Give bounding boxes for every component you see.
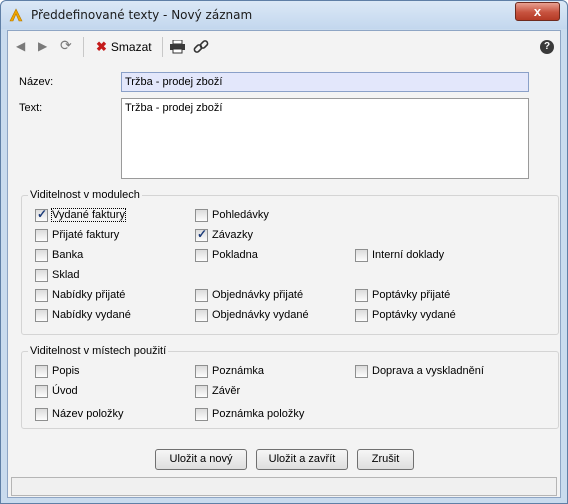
dialog-window: Předdefinované texty - Nový záznam x ◀ ▶… xyxy=(0,0,568,504)
checkbox-label: Poznámka položky xyxy=(212,408,305,420)
checkbox-label: Pokladna xyxy=(212,249,258,261)
checkbox-pokladna[interactable]: Pokladna xyxy=(195,248,258,262)
checkbox-nabidky-vydane[interactable]: Nabídky vydané xyxy=(35,308,131,322)
checkbox-label: Úvod xyxy=(52,385,78,397)
checkbox-label: Poznámka xyxy=(212,365,264,377)
save-close-button[interactable]: Uložit a zavřít xyxy=(256,449,348,470)
checkbox-objednavky-vydane[interactable]: Objednávky vydané xyxy=(195,308,309,322)
toolbar-separator xyxy=(83,37,84,57)
checkbox-box[interactable] xyxy=(195,407,208,421)
help-icon[interactable]: ? xyxy=(540,40,554,54)
link-icon[interactable] xyxy=(193,39,209,55)
checkbox-box[interactable] xyxy=(35,407,48,421)
checkbox-uvod[interactable]: Úvod xyxy=(35,384,78,398)
checkbox-box[interactable] xyxy=(195,288,208,302)
save-new-button[interactable]: Uložit a nový xyxy=(155,449,247,470)
checkbox-poptavky-prijate[interactable]: Poptávky přijaté xyxy=(355,288,450,302)
checkbox-label: Nabídky přijaté xyxy=(52,289,126,301)
app-icon xyxy=(9,8,23,22)
checkbox-label: Interní doklady xyxy=(372,249,445,261)
checkbox-prijate-faktury[interactable]: Přijaté faktury xyxy=(35,228,119,242)
checkbox-label: Doprava a vyskladnění xyxy=(372,365,484,377)
checkbox-doprava[interactable]: Doprava a vyskladnění xyxy=(355,364,484,378)
delete-button[interactable]: ✖ Smazat xyxy=(96,39,152,55)
checkbox-interni-doklady[interactable]: Interní doklady xyxy=(355,248,444,262)
checkbox-vydane-faktury[interactable]: Vydané faktury xyxy=(35,207,126,222)
name-label: Název: xyxy=(19,76,54,88)
window-title: Předdefinované texty - Nový záznam xyxy=(31,8,253,22)
checkbox-box[interactable] xyxy=(195,308,208,322)
checkbox-box[interactable] xyxy=(355,248,368,262)
checkbox-zavazky[interactable]: Závazky xyxy=(195,227,253,242)
checkbox-objednavky-prijate[interactable]: Objednávky přijaté xyxy=(195,288,303,302)
checkbox-banka[interactable]: Banka xyxy=(35,248,83,262)
checkbox-label: Banka xyxy=(52,249,84,261)
checkbox-label: Poptávky přijaté xyxy=(372,289,451,301)
checkbox-box[interactable] xyxy=(355,308,368,322)
checkbox-zaver[interactable]: Závěr xyxy=(195,384,240,398)
dialog-client: ◀ ▶ ⟳ ✖ Smazat ? Název: Tržba - prodej zb… xyxy=(7,30,561,498)
title-bar: Předdefinované texty - Nový záznam x xyxy=(1,1,567,29)
places-group-title: Viditelnost v místech použití xyxy=(30,345,167,357)
forward-icon[interactable]: ▶ xyxy=(38,39,47,53)
checkbox-label: Objednávky přijaté xyxy=(212,289,304,301)
close-button[interactable]: x xyxy=(515,2,560,21)
refresh-icon[interactable]: ⟳ xyxy=(60,37,72,54)
checkbox-box[interactable] xyxy=(35,288,48,302)
checkbox-label: Popis xyxy=(52,365,80,377)
delete-label: Smazat xyxy=(110,40,152,54)
checkbox-box[interactable] xyxy=(35,364,48,378)
cancel-button[interactable]: Zrušit xyxy=(357,449,414,470)
name-input[interactable]: Tržba - prodej zboží xyxy=(121,72,529,92)
back-icon[interactable]: ◀ xyxy=(16,39,25,53)
toolbar: ◀ ▶ ⟳ ✖ Smazat ? xyxy=(8,31,560,63)
checkbox-box[interactable] xyxy=(195,384,208,398)
status-bar xyxy=(11,477,557,496)
checkbox-sklad[interactable]: Sklad xyxy=(35,268,80,282)
checkbox-pohledavky[interactable]: Pohledávky xyxy=(195,208,269,222)
checkbox-poptavky-vydane[interactable]: Poptávky vydané xyxy=(355,308,456,322)
checkbox-box[interactable] xyxy=(35,308,48,322)
checkbox-label: Přijaté faktury xyxy=(52,229,120,241)
printer-icon[interactable] xyxy=(169,40,186,54)
checkbox-nabidky-prijate[interactable]: Nabídky přijaté xyxy=(35,288,125,302)
checkbox-box[interactable] xyxy=(35,384,48,398)
checkbox-box[interactable] xyxy=(195,364,208,378)
checkbox-box[interactable] xyxy=(35,207,48,222)
checkbox-label: Nabídky vydané xyxy=(52,309,131,321)
checkbox-label: Vydané faktury xyxy=(51,208,126,222)
checkbox-label: Závazky xyxy=(212,229,253,241)
checkbox-label: Poptávky vydané xyxy=(372,309,456,321)
toolbar-separator xyxy=(162,37,163,57)
checkbox-popis[interactable]: Popis xyxy=(35,364,80,378)
checkbox-nazev-polozky[interactable]: Název položky xyxy=(35,407,124,421)
checkbox-box[interactable] xyxy=(355,288,368,302)
checkbox-box[interactable] xyxy=(355,364,368,378)
delete-icon: ✖ xyxy=(96,39,107,54)
checkbox-label: Sklad xyxy=(52,269,80,281)
checkbox-label: Název položky xyxy=(52,408,124,420)
checkbox-poznamka[interactable]: Poznámka xyxy=(195,364,264,378)
checkbox-box[interactable] xyxy=(35,248,48,262)
checkbox-box[interactable] xyxy=(35,228,48,242)
checkbox-box[interactable] xyxy=(195,227,208,242)
checkbox-label: Pohledávky xyxy=(212,209,269,221)
text-textarea[interactable]: Tržba - prodej zboží xyxy=(121,98,529,179)
modules-group-title: Viditelnost v modulech xyxy=(30,189,140,201)
text-label: Text: xyxy=(19,102,43,114)
checkbox-label: Objednávky vydané xyxy=(212,309,309,321)
checkbox-box[interactable] xyxy=(35,268,48,282)
checkbox-label: Závěr xyxy=(212,385,241,397)
checkbox-box[interactable] xyxy=(195,208,208,222)
checkbox-box[interactable] xyxy=(195,248,208,262)
checkbox-poznamka-polozky[interactable]: Poznámka položky xyxy=(195,407,304,421)
